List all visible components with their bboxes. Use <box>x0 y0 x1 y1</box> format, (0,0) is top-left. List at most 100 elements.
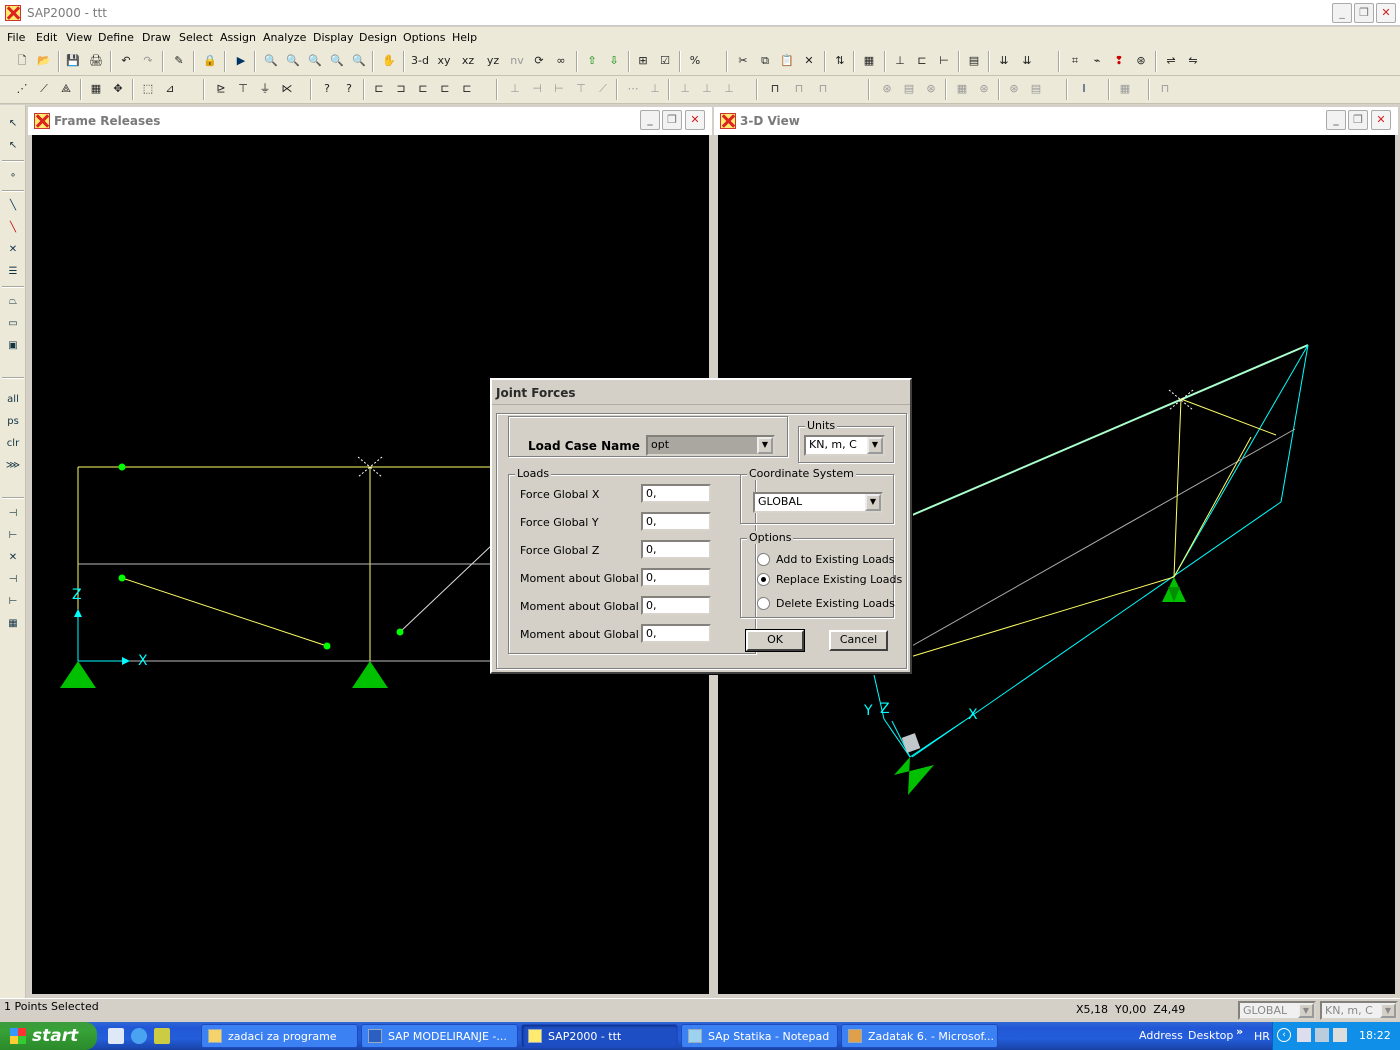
draw-rect-area-icon[interactable]: ▭ <box>4 315 22 333</box>
address-toolbar-label[interactable]: Address <box>1139 1029 1183 1042</box>
draw-brace-icon[interactable]: ✕ <box>4 241 22 259</box>
joint-point[interactable] <box>118 574 126 582</box>
snap-points-icon[interactable]: ⋰ <box>13 80 31 98</box>
frame-releases-icon[interactable]: ⊢ <box>935 52 953 70</box>
select-intersect-icon[interactable]: ⊿ <box>161 80 179 98</box>
move-down-icon[interactable]: ⇩ <box>605 52 623 70</box>
menu-help[interactable]: Help <box>452 31 477 44</box>
moment-z-input[interactable]: 0, <box>641 624 711 643</box>
coord-system-select[interactable]: GLOBAL ▼ <box>753 492 883 513</box>
select-intersecting-icon[interactable]: ⋙ <box>4 457 22 475</box>
open-icon[interactable]: 📂 <box>35 52 53 70</box>
frame-assign-icon[interactable]: ⊤ <box>234 80 252 98</box>
taskbar-item[interactable]: SAP MODELIRANJE -... <box>361 1024 518 1048</box>
view-3d-button[interactable]: 3-d <box>410 52 430 70</box>
rotate-icon[interactable]: ⟳ <box>530 52 548 70</box>
tables-icon[interactable]: ⇋ <box>1184 52 1202 70</box>
load-case-select[interactable]: opt ▼ <box>646 435 775 456</box>
undo-icon[interactable]: ↶ <box>117 52 135 70</box>
snap-grid-icon[interactable]: ▦ <box>4 615 22 633</box>
child-maximize-button[interactable]: ❐ <box>662 110 682 130</box>
previous-selection-button[interactable]: ps <box>4 413 22 431</box>
snap-perpendicular-icon[interactable]: ⊣ <box>4 571 22 589</box>
area-assign-icon[interactable]: ⏚ <box>256 80 274 98</box>
replicate-icon[interactable]: ⇅ <box>831 52 849 70</box>
vehicle-icon[interactable]: ⊏ <box>458 80 476 98</box>
desktop-toolbar-label[interactable]: Desktop <box>1188 1029 1233 1042</box>
section-designer-icon[interactable]: ⊵ <box>212 80 230 98</box>
lock-icon[interactable]: 🔒 <box>201 52 219 70</box>
frame-loads-icon[interactable]: ⇊ <box>1018 52 1036 70</box>
zoom-in-icon[interactable]: 🔍 <box>328 52 346 70</box>
clear-selection-button[interactable]: clr <box>4 435 22 453</box>
reshape-icon[interactable]: ↖ <box>4 137 22 155</box>
cancel-button[interactable]: Cancel <box>829 630 888 651</box>
chevron-right-icon[interactable]: » <box>1236 1025 1243 1038</box>
internet-explorer-icon[interactable] <box>131 1028 147 1044</box>
menu-display[interactable]: Display <box>313 31 354 44</box>
close-button[interactable]: ✕ <box>1376 3 1396 23</box>
quick-draw-frame-icon[interactable]: ╲ <box>4 219 22 237</box>
maximize-button[interactable]: ❐ <box>1354 3 1374 23</box>
draw-poly-area-icon[interactable]: ⏢ <box>4 293 22 311</box>
pencil-icon[interactable]: ✎ <box>170 52 188 70</box>
zoom-restore-icon[interactable]: 🔍 <box>284 52 302 70</box>
moment-x-input[interactable]: 0, <box>641 568 711 587</box>
tray-expand-icon[interactable]: ‹ <box>1277 1028 1291 1042</box>
units-select[interactable]: KN, m, C ▼ <box>804 435 885 456</box>
lane-icon[interactable]: ⊏ <box>436 80 454 98</box>
select-window-icon[interactable]: ⬚ <box>139 80 157 98</box>
child-maximize-button[interactable]: ❐ <box>1348 110 1368 130</box>
taskbar-item[interactable]: SAp Statika - Notepad <box>681 1024 838 1048</box>
menu-design[interactable]: Design <box>359 31 397 44</box>
menu-analyze[interactable]: Analyze <box>263 31 306 44</box>
menu-view[interactable]: View <box>66 31 92 44</box>
joint-point[interactable] <box>396 628 404 636</box>
taskbar-item[interactable]: zadaci za programe <box>201 1024 358 1048</box>
network-icon[interactable] <box>1315 1028 1329 1042</box>
moment-y-input[interactable]: 0, <box>641 596 711 615</box>
print-icon[interactable]: 🖨 <box>87 52 105 70</box>
taskbar-item[interactable]: SAP2000 - ttt <box>521 1024 678 1048</box>
perspective-icon[interactable]: ∞ <box>552 52 570 70</box>
child-close-button[interactable]: ✕ <box>1371 110 1391 130</box>
joint-point[interactable] <box>323 642 331 650</box>
status-coord-system-select[interactable]: GLOBAL ▼ <box>1238 1001 1316 1020</box>
snap-joint-icon[interactable]: ⊣ <box>4 505 22 523</box>
cut-icon[interactable]: ✂ <box>734 52 752 70</box>
chevron-down-icon[interactable]: ▼ <box>867 437 883 454</box>
select-all-button[interactable]: all <box>4 391 22 409</box>
query-icon[interactable]: ? <box>318 80 336 98</box>
language-indicator[interactable]: HR <box>1254 1030 1270 1043</box>
zoom-window-icon[interactable]: 🔍 <box>262 52 280 70</box>
bridge-icon[interactable]: ⊐ <box>392 80 410 98</box>
chevron-down-icon[interactable]: ▼ <box>757 437 773 454</box>
snap-mid-icon[interactable]: ⊢ <box>4 527 22 545</box>
draw-secondary-icon[interactable]: ☰ <box>4 263 22 281</box>
replace-loads-label[interactable]: Replace Existing Loads <box>776 573 902 586</box>
run-analysis-icon[interactable]: ▶ <box>232 52 250 70</box>
area-sections-icon[interactable]: ▤ <box>965 52 983 70</box>
copy-icon[interactable]: ⧉ <box>756 52 774 70</box>
view-yz-button[interactable]: yz <box>483 52 503 70</box>
cross-section-icon[interactable]: ⊏ <box>370 80 388 98</box>
snap-intersections-icon[interactable]: ⟁ <box>57 80 75 98</box>
view-nv-button[interactable]: nv <box>507 52 527 70</box>
snap-line-icon[interactable]: ⊢ <box>4 593 22 611</box>
show-undeformed-icon[interactable]: ⌗ <box>1066 52 1084 70</box>
draw-frame-icon[interactable]: ⊓ <box>766 80 784 98</box>
format-icon[interactable]: % <box>686 52 704 70</box>
chevron-down-icon[interactable]: ▼ <box>865 494 881 511</box>
child-close-button[interactable]: ✕ <box>685 110 705 130</box>
show-desktop-icon[interactable] <box>108 1028 124 1044</box>
set-display-icon[interactable]: ☑ <box>656 52 674 70</box>
move-icon[interactable]: ✥ <box>109 80 127 98</box>
chevron-down-icon[interactable]: ▼ <box>1380 1003 1396 1018</box>
draw-frame-icon[interactable]: ╲ <box>4 197 22 215</box>
moving-load-icon[interactable]: ⊏ <box>414 80 432 98</box>
redo-icon[interactable]: ↷ <box>139 52 157 70</box>
volume-icon[interactable] <box>1333 1028 1347 1042</box>
show-stress-icon[interactable]: ⊛ <box>1132 52 1150 70</box>
joint-point[interactable] <box>118 463 126 471</box>
force-x-input[interactable]: 0, <box>641 484 711 503</box>
